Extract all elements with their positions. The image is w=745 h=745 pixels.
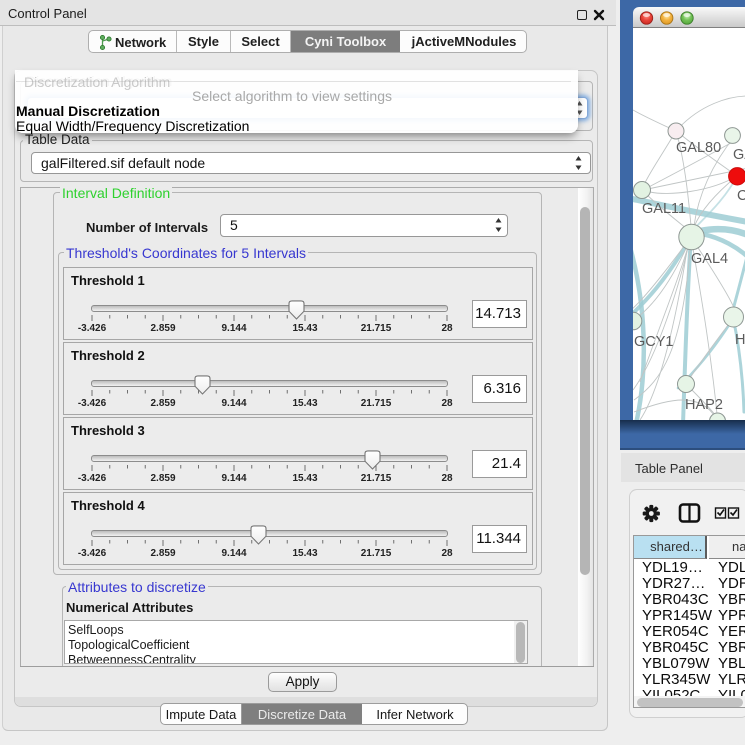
svg-text:GCY1: GCY1 <box>634 334 674 350</box>
svg-text:HAP2: HAP2 <box>685 397 723 413</box>
svg-text:GAL4: GAL4 <box>691 251 728 267</box>
svg-text:GA: GA <box>733 147 745 163</box>
svg-text:GAL11: GAL11 <box>642 201 686 217</box>
svg-text:C: C <box>737 188 745 204</box>
svg-text:H: H <box>735 332 745 348</box>
svg-text:GAL80: GAL80 <box>676 140 721 156</box>
